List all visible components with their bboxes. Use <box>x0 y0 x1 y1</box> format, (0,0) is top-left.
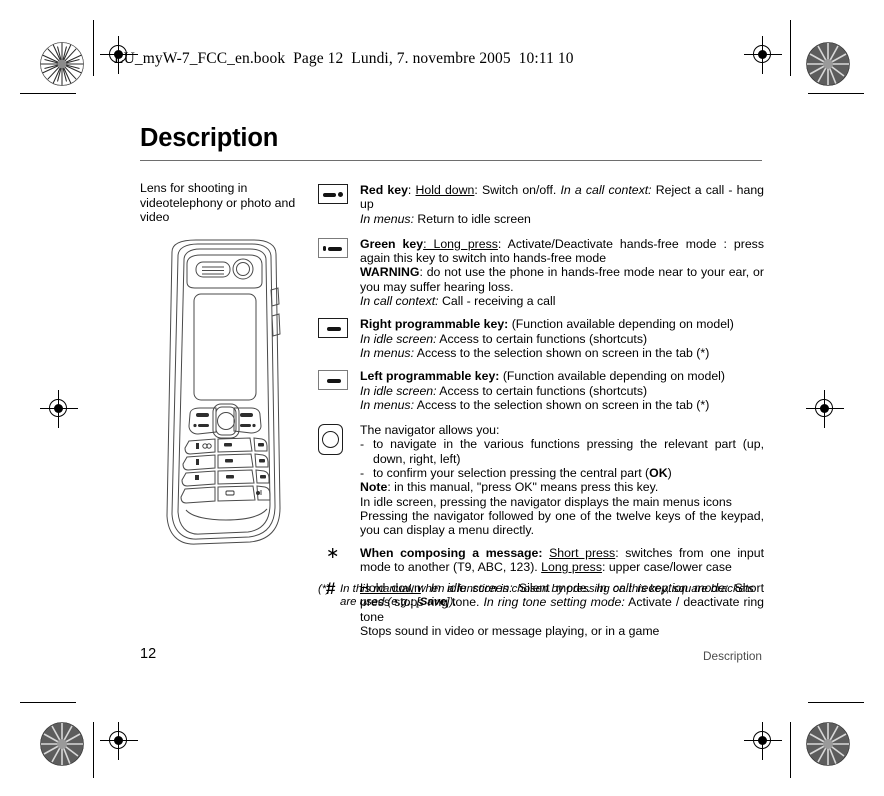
registration-target-bottom-right <box>744 722 782 760</box>
right-programmable-key-icon-cell <box>318 317 358 339</box>
page-title: Description <box>140 124 279 152</box>
registration-target-top-right <box>744 36 782 74</box>
crop-mark-top-right-h <box>808 93 864 95</box>
key-description-list: Red key: Hold down: Switch on/off. In a … <box>318 183 764 645</box>
title-rule <box>140 160 762 162</box>
crop-mark-bottom-right-h <box>808 702 864 704</box>
footnote-text: In this manual, when a function is chose… <box>340 583 754 609</box>
registration-target-right-middle <box>806 390 844 428</box>
red-key-icon-cell <box>318 183 358 204</box>
navigator-intro: The navigator allows you: <box>360 423 500 438</box>
star-density-target-bottom-right <box>806 722 850 766</box>
key-row-red-key: Red key: Hold down: Switch on/off. In a … <box>318 183 764 226</box>
right-programmable-key-text: Right programmable key: (Function availa… <box>360 317 734 360</box>
printed-page: LU_myW-7_FCC_en.book Page 12 Lundi, 7. n… <box>0 0 884 796</box>
key-row-green-key: Green key: Long press: Activate/Deactiva… <box>318 237 764 308</box>
footnote: (*) In this manual, when a function is c… <box>318 583 764 609</box>
footer-section-label: Description <box>702 649 762 663</box>
crop-mark-top-left-h <box>20 93 76 95</box>
registration-target-left-middle <box>40 390 78 428</box>
red-key-icon <box>318 184 348 204</box>
star-density-target-top-left <box>40 42 84 86</box>
red-key-text: Red key: Hold down: Switch on/off. In a … <box>360 183 764 226</box>
registration-target-bottom-left <box>100 722 138 760</box>
bullet-marker: - <box>360 466 365 481</box>
crop-mark-bottom-right-v <box>790 722 792 778</box>
navigator-key-icon-cell <box>318 423 358 456</box>
key-row-right-programmable-key: Right programmable key: (Function availa… <box>318 317 764 360</box>
footer-page-number: 12 <box>140 646 157 662</box>
star-key-symbol: ∗ <box>326 544 340 562</box>
navigator-notes: Note: in this manual, "press OK" means p… <box>360 480 764 538</box>
footnote-mark: (*) <box>318 583 331 595</box>
left-programmable-key-icon <box>318 370 348 391</box>
key-row-left-programmable-key: Left programmable key: (Function availab… <box>318 369 764 412</box>
green-key-text: Green key: Long press: Activate/Deactiva… <box>360 236 764 309</box>
book-header-line: LU_myW-7_FCC_en.book Page 12 Lundi, 7. n… <box>114 50 574 67</box>
star-key-symbol-cell: ∗ <box>318 544 358 562</box>
star-density-target-top-right <box>806 42 850 86</box>
left-programmable-key-text: Left programmable key: (Function availab… <box>360 369 725 412</box>
crop-mark-bottom-left-h <box>20 702 76 704</box>
navigator-text-block: The navigator allows you: - to navigate … <box>358 423 764 537</box>
green-key-icon <box>318 237 348 258</box>
crop-mark-top-right-v <box>790 20 792 76</box>
navigator-key-icon <box>318 424 343 456</box>
bullet-text: to navigate in the various functions pre… <box>373 437 764 466</box>
bullet-text-ok: to confirm your selection pressing the c… <box>373 466 672 481</box>
navigator-bullet: - to navigate in the various functions p… <box>360 437 764 466</box>
lens-caption: Lens for shooting in videotelephony or p… <box>140 181 296 225</box>
bullet-marker: - <box>360 437 365 452</box>
crop-mark-bottom-left-v <box>93 722 95 778</box>
phone-illustration <box>150 238 292 555</box>
key-row-star: ∗ When composing a message: Short press:… <box>318 544 764 575</box>
star-key-text: When composing a message: Short press: s… <box>360 545 764 574</box>
right-programmable-key-icon <box>318 318 348 339</box>
crop-mark-top-left-v <box>93 20 95 76</box>
navigator-bullet-list: - to navigate in the various functions p… <box>360 437 764 480</box>
left-programmable-key-icon-cell <box>318 369 358 391</box>
star-density-target-bottom-left <box>40 722 84 766</box>
green-key-icon-cell <box>318 237 358 258</box>
key-row-navigator: The navigator allows you: - to navigate … <box>318 423 764 537</box>
navigator-bullet: - to confirm your selection pressing the… <box>360 466 764 480</box>
